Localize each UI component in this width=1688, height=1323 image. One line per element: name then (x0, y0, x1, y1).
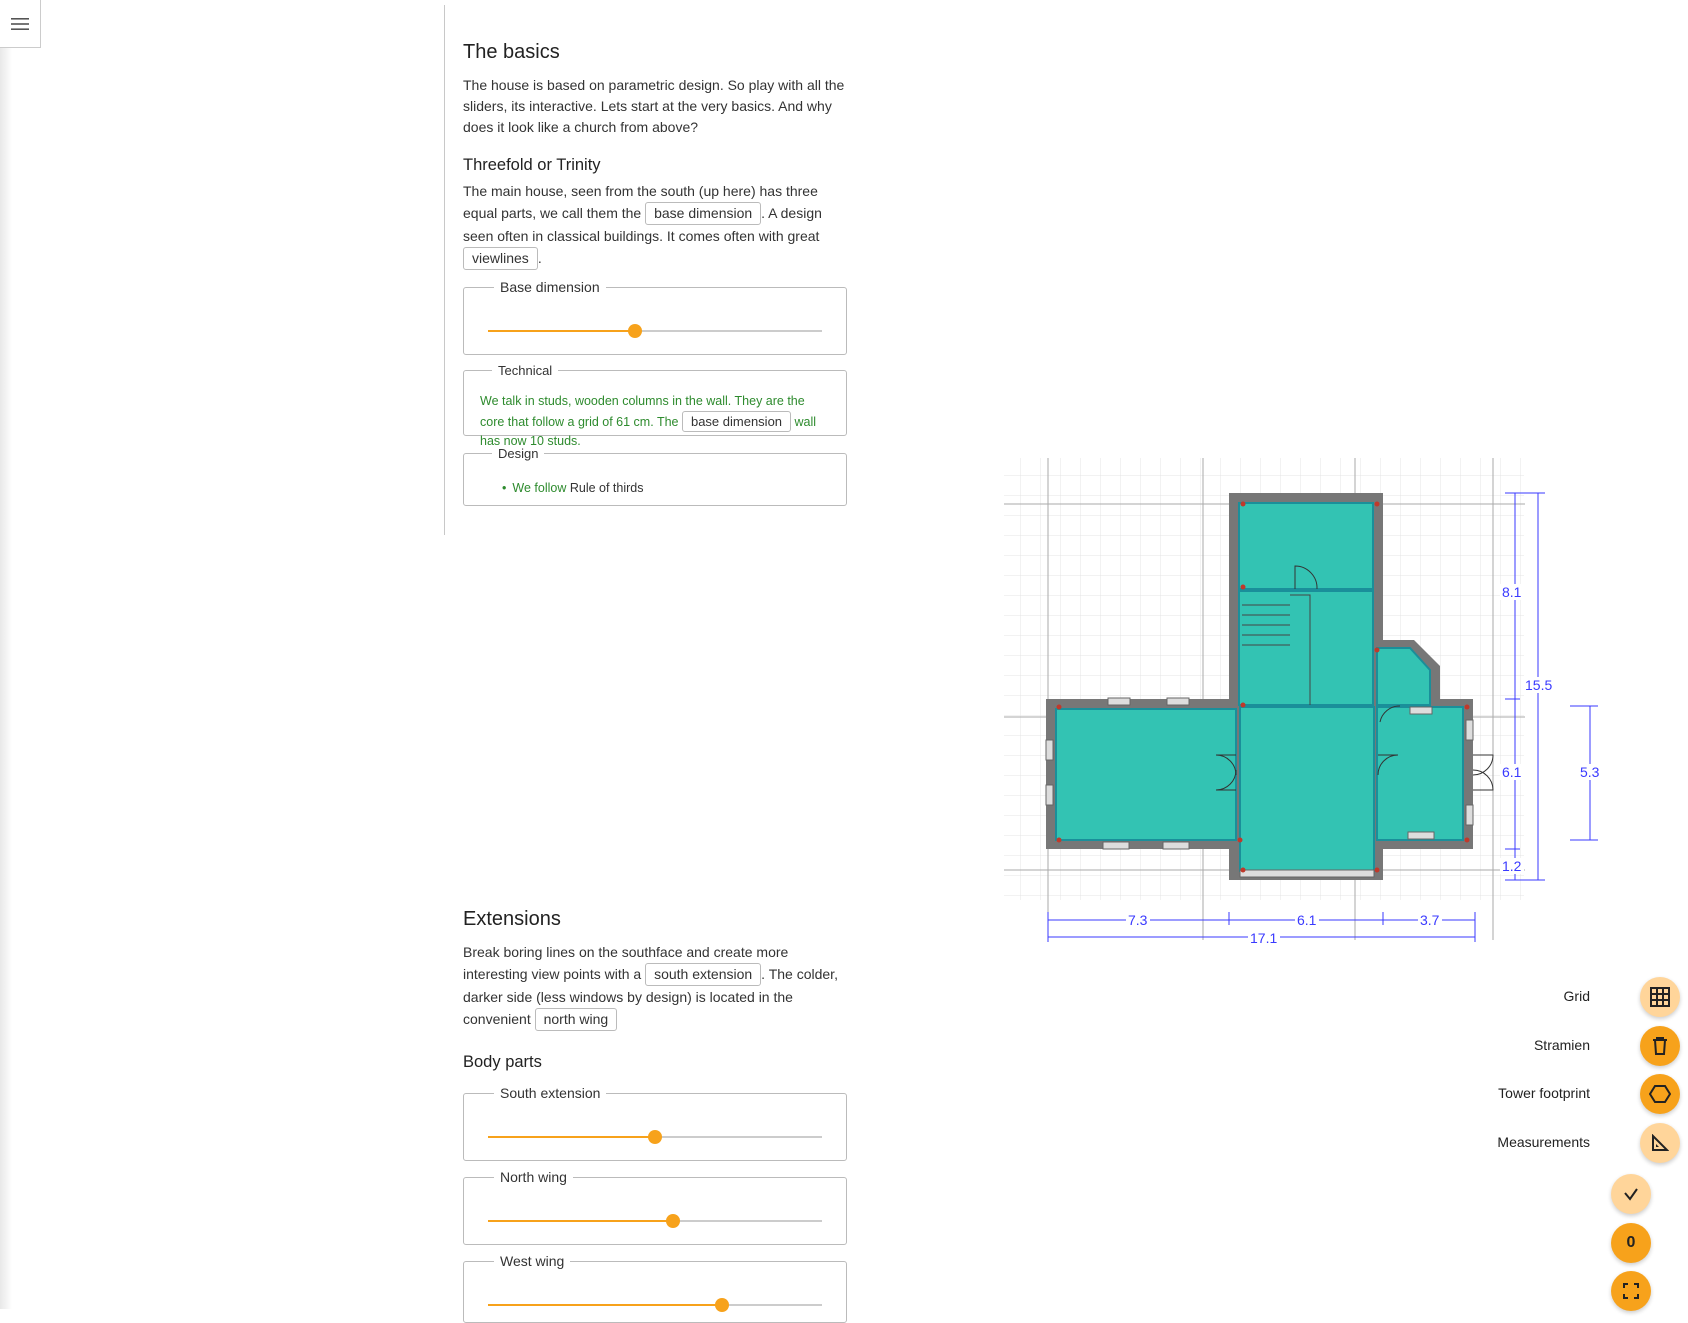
slider-thumb[interactable] (627, 324, 642, 338)
north-wing-label: North wing (500, 1169, 567, 1185)
slider-fill (488, 330, 635, 332)
body-parts-subtitle: Body parts (463, 1053, 542, 1071)
extensions-text: Break boring lines on the southface and … (463, 941, 853, 1031)
south-extension-chip[interactable]: south extension (645, 963, 762, 986)
fullscreen-icon (1623, 1283, 1639, 1299)
slider-fill (488, 1220, 674, 1222)
design-legend: Design (498, 446, 539, 461)
trinity-text-c: . (537, 250, 542, 266)
tower-footprint-label: Tower footprint (1498, 1085, 1590, 1101)
west-wing-label: West wing (500, 1253, 565, 1269)
design-panel: Design • We follow Rule of thirds (463, 446, 847, 506)
stramien-toggle-button[interactable] (1640, 1026, 1680, 1066)
extensions-title: Extensions (463, 908, 561, 930)
north-wing-chip[interactable]: north wing (534, 1008, 618, 1031)
dim-top-label: 8.1 (1502, 584, 1522, 600)
north-wing-panel: North wing (463, 1169, 847, 1245)
north-wing-slider[interactable] (488, 1214, 822, 1228)
dim-mid-label: 6.1 (1502, 764, 1522, 780)
basics-title: The basics (463, 41, 560, 63)
south-extension-label: South extension (500, 1085, 601, 1101)
dim-w2-label: 6.1 (1297, 912, 1317, 928)
hexagon-icon (1649, 1085, 1671, 1103)
technical-text: We talk in studs, wooden columns in the … (480, 392, 830, 451)
menu-button[interactable] (0, 0, 41, 48)
design-item-prefix: We follow (512, 481, 567, 495)
viewlines-chip[interactable]: viewlines (463, 247, 538, 270)
dim-side-label: 5.3 (1580, 764, 1600, 780)
base-dimension-chip[interactable]: base dimension (645, 202, 762, 225)
south-extension-slider[interactable] (488, 1130, 822, 1144)
trash-icon (1653, 1037, 1667, 1055)
trinity-subtitle: Threefold or Trinity (463, 156, 601, 174)
dim-total-label: 15.5 (1525, 677, 1552, 693)
base-dimension-slider[interactable] (488, 324, 822, 338)
measurements-label: Measurements (1497, 1134, 1590, 1150)
base-dimension-label: Base dimension (500, 279, 600, 295)
stramien-label: Stramien (1533, 1037, 1590, 1053)
technical-legend: Technical (498, 363, 553, 378)
measurements-toggle-button[interactable] (1640, 1123, 1680, 1163)
sidebar-shadow (0, 48, 12, 1309)
design-list-item: • We follow Rule of thirds (502, 481, 644, 495)
section-divider (444, 5, 445, 535)
grid-icon (1650, 987, 1670, 1007)
dim-w3-label: 3.7 (1420, 912, 1440, 928)
grid-toggle-button[interactable] (1640, 977, 1680, 1017)
slider-thumb[interactable] (666, 1214, 681, 1228)
tower-footprint-toggle-button[interactable] (1640, 1074, 1680, 1114)
west-wing-slider[interactable] (488, 1298, 822, 1312)
trinity-text: The main house, seen from the south (up … (463, 180, 853, 270)
hamburger-icon (11, 17, 29, 30)
south-extension-panel: South extension (463, 1085, 847, 1161)
technical-panel: Technical We talk in studs, wooden colum… (463, 363, 847, 448)
dim-bottom-label: 1.2 (1502, 858, 1522, 874)
grid-label: Grid (1563, 988, 1590, 1004)
base-dimension-panel: Base dimension (463, 279, 847, 355)
technical-base-chip[interactable]: base dimension (681, 411, 792, 432)
collapse-icon (1624, 1188, 1638, 1201)
slider-fill (488, 1304, 722, 1306)
slider-thumb[interactable] (648, 1130, 662, 1144)
counter-button[interactable]: 0 (1611, 1223, 1651, 1263)
collapse-menu-button[interactable] (1611, 1174, 1651, 1214)
slider-fill (488, 1136, 655, 1138)
dim-w1-label: 7.3 (1128, 912, 1148, 928)
rule-of-thirds-link[interactable]: Rule of thirds (570, 481, 644, 495)
dim-wtotal-label: 17.1 (1250, 930, 1277, 945)
fullscreen-button[interactable] (1611, 1271, 1651, 1311)
basics-intro: The house is based on parametric design.… (463, 77, 845, 135)
slider-thumb[interactable] (714, 1298, 729, 1312)
west-wing-panel: West wing (463, 1253, 847, 1323)
floor-plan[interactable]: 8.1 15.5 6.1 1.2 5.3 7.3 6.1 3.7 17.1 (1000, 455, 1620, 945)
ruler-angle-icon (1652, 1134, 1669, 1151)
